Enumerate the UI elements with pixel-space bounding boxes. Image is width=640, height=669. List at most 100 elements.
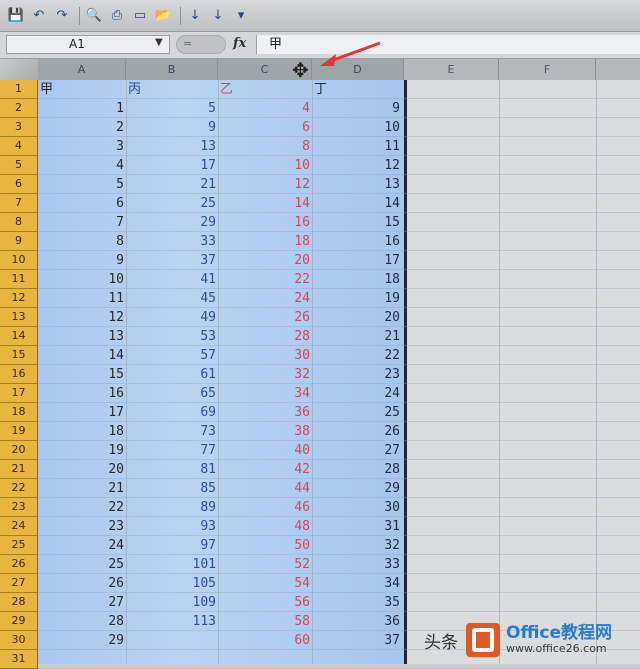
open-icon[interactable]: 📂 (153, 6, 173, 26)
row-header-27[interactable]: 27 (0, 574, 38, 593)
cell-d29[interactable]: 36 (312, 612, 400, 631)
cell-d28[interactable]: 35 (312, 593, 400, 612)
cell-b3[interactable]: 9 (126, 118, 216, 137)
cell-d24[interactable]: 31 (312, 517, 400, 536)
cell-c5[interactable]: 10 (218, 156, 310, 175)
cell-a21[interactable]: 20 (38, 460, 124, 479)
row-header-5[interactable]: 5 (0, 156, 38, 175)
cell-b26[interactable]: 101 (126, 555, 216, 574)
row-header-1[interactable]: 1 (0, 80, 38, 99)
row-header-20[interactable]: 20 (0, 441, 38, 460)
customize-icon[interactable]: ▾ (231, 6, 251, 26)
cell-a23[interactable]: 22 (38, 498, 124, 517)
header-cell-a[interactable]: 甲 (38, 80, 126, 99)
cell-b9[interactable]: 33 (126, 232, 216, 251)
cell-a26[interactable]: 25 (38, 555, 124, 574)
cell-c2[interactable]: 4 (218, 99, 310, 118)
row-header-6[interactable]: 6 (0, 175, 38, 194)
cell-d2[interactable]: 9 (312, 99, 400, 118)
save-icon[interactable]: 💾 (6, 6, 26, 26)
cell-b25[interactable]: 97 (126, 536, 216, 555)
cell-b15[interactable]: 57 (126, 346, 216, 365)
cell-d13[interactable]: 20 (312, 308, 400, 327)
row-header-8[interactable]: 8 (0, 213, 38, 232)
row-header-19[interactable]: 19 (0, 422, 38, 441)
cell-a5[interactable]: 4 (38, 156, 124, 175)
row-header-7[interactable]: 7 (0, 194, 38, 213)
cell-d3[interactable]: 10 (312, 118, 400, 137)
cell-a30[interactable]: 29 (38, 631, 124, 650)
cell-c14[interactable]: 28 (218, 327, 310, 346)
cell-d6[interactable]: 13 (312, 175, 400, 194)
cell-b2[interactable]: 5 (126, 99, 216, 118)
cell-d9[interactable]: 16 (312, 232, 400, 251)
cell-a10[interactable]: 9 (38, 251, 124, 270)
cell-d19[interactable]: 26 (312, 422, 400, 441)
row-header-28[interactable]: 28 (0, 593, 38, 612)
cell-b6[interactable]: 21 (126, 175, 216, 194)
cell-b5[interactable]: 17 (126, 156, 216, 175)
cell-a13[interactable]: 12 (38, 308, 124, 327)
cell-c9[interactable]: 18 (218, 232, 310, 251)
cell-a19[interactable]: 18 (38, 422, 124, 441)
cell-b27[interactable]: 105 (126, 574, 216, 593)
cell-b12[interactable]: 45 (126, 289, 216, 308)
cell-b11[interactable]: 41 (126, 270, 216, 289)
cell-b14[interactable]: 53 (126, 327, 216, 346)
cell-b16[interactable]: 61 (126, 365, 216, 384)
row-header-14[interactable]: 14 (0, 327, 38, 346)
cell-b17[interactable]: 65 (126, 384, 216, 403)
cell-b23[interactable]: 89 (126, 498, 216, 517)
cell-d11[interactable]: 18 (312, 270, 400, 289)
column-header-b[interactable]: B (126, 59, 218, 80)
row-header-17[interactable]: 17 (0, 384, 38, 403)
row-header-10[interactable]: 10 (0, 251, 38, 270)
cell-a12[interactable]: 11 (38, 289, 124, 308)
row-header-22[interactable]: 22 (0, 479, 38, 498)
spreadsheet-grid[interactable]: 甲 1 2 3 4 5 6 7 8 9 10 11 12 13 14 15 16 17 18 19 20 21 22 23 24… (38, 80, 640, 669)
header-cell-d[interactable]: 丁 (312, 80, 402, 99)
cell-c16[interactable]: 32 (218, 365, 310, 384)
cell-d15[interactable]: 22 (312, 346, 400, 365)
cell-d17[interactable]: 24 (312, 384, 400, 403)
header-cell-b[interactable]: 丙 (126, 80, 218, 99)
cell-c12[interactable]: 24 (218, 289, 310, 308)
row-header-31[interactable]: 31 (0, 650, 38, 669)
row-header-3[interactable]: 3 (0, 118, 38, 137)
column-header-f[interactable]: F (499, 59, 596, 80)
cell-d18[interactable]: 25 (312, 403, 400, 422)
cell-c13[interactable]: 26 (218, 308, 310, 327)
cell-d8[interactable]: 15 (312, 213, 400, 232)
cell-c30[interactable]: 60 (218, 631, 310, 650)
cell-a6[interactable]: 5 (38, 175, 124, 194)
cell-d21[interactable]: 28 (312, 460, 400, 479)
row-header-11[interactable]: 11 (0, 270, 38, 289)
cell-d23[interactable]: 30 (312, 498, 400, 517)
row-header-13[interactable]: 13 (0, 308, 38, 327)
cell-a11[interactable]: 10 (38, 270, 124, 289)
cell-a17[interactable]: 16 (38, 384, 124, 403)
cell-c27[interactable]: 54 (218, 574, 310, 593)
cell-d12[interactable]: 19 (312, 289, 400, 308)
cell-b19[interactable]: 73 (126, 422, 216, 441)
cell-c22[interactable]: 44 (218, 479, 310, 498)
undo-icon[interactable]: ↶ (29, 6, 49, 26)
cell-a8[interactable]: 7 (38, 213, 124, 232)
cell-a2[interactable]: 1 (38, 99, 124, 118)
row-header-29[interactable]: 29 (0, 612, 38, 631)
cell-d22[interactable]: 29 (312, 479, 400, 498)
cell-a4[interactable]: 3 (38, 137, 124, 156)
print-preview-icon[interactable]: 🔍 (84, 6, 104, 26)
cell-d4[interactable]: 11 (312, 137, 400, 156)
cell-c26[interactable]: 52 (218, 555, 310, 574)
cell-a18[interactable]: 17 (38, 403, 124, 422)
cell-d16[interactable]: 23 (312, 365, 400, 384)
cell-a9[interactable]: 8 (38, 232, 124, 251)
cell-b13[interactable]: 49 (126, 308, 216, 327)
cell-a7[interactable]: 6 (38, 194, 124, 213)
cell-c8[interactable]: 16 (218, 213, 310, 232)
row-header-12[interactable]: 12 (0, 289, 38, 308)
cell-b24[interactable]: 93 (126, 517, 216, 536)
row-header-18[interactable]: 18 (0, 403, 38, 422)
chevron-down-icon[interactable]: ▼ (155, 37, 163, 48)
